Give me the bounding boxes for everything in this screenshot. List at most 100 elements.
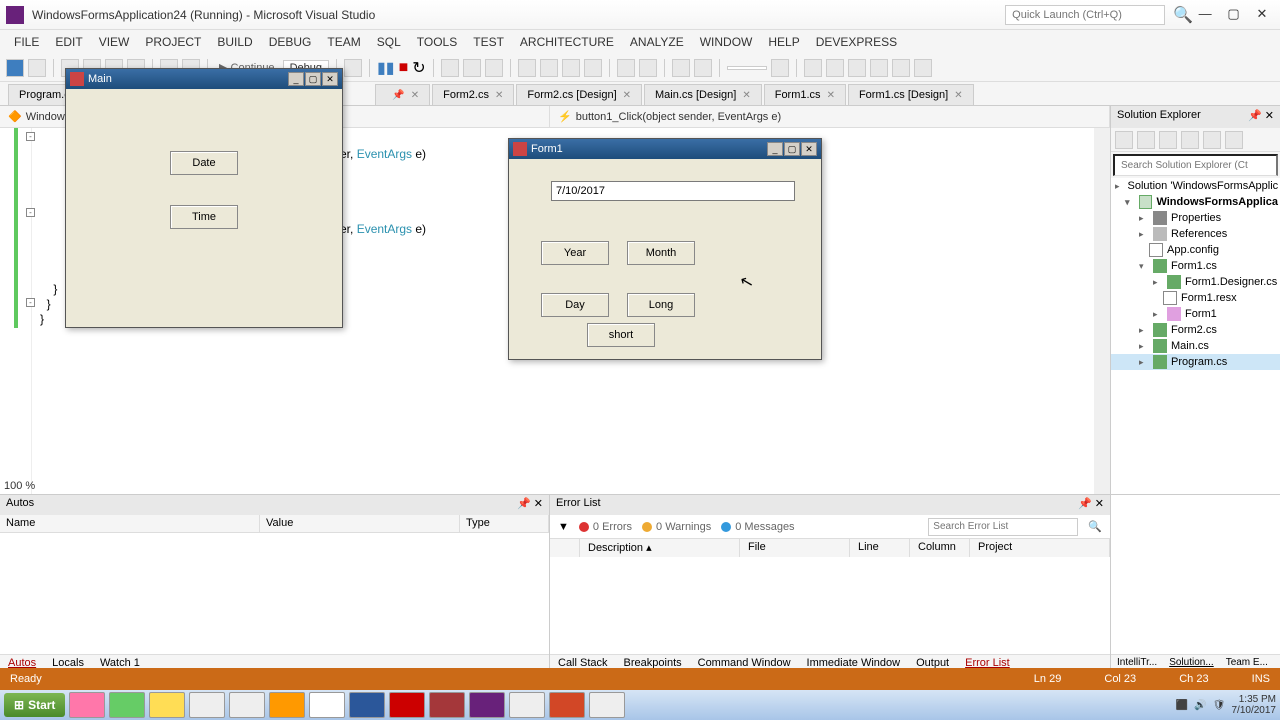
tb-icon-16[interactable] — [914, 59, 932, 77]
solution-node[interactable]: Solution 'WindowsFormsApplic — [1128, 180, 1279, 192]
tb-dd-2[interactable] — [727, 66, 767, 70]
col-name[interactable]: Name — [0, 515, 260, 532]
close-button[interactable]: ✕ — [801, 142, 817, 156]
tb-icon-9[interactable] — [694, 59, 712, 77]
date-textbox[interactable] — [551, 181, 795, 201]
stop-icon[interactable]: ■ — [399, 59, 409, 77]
minimize-button[interactable]: — — [1193, 6, 1217, 24]
filter-icon[interactable]: ▼ — [558, 521, 569, 533]
search-icon[interactable]: 🔍 — [1173, 5, 1193, 25]
col-line[interactable]: Line — [850, 539, 910, 557]
taskbar-app-1[interactable] — [69, 692, 105, 718]
quick-launch-input[interactable] — [1005, 5, 1165, 25]
show-all-icon[interactable] — [1225, 131, 1243, 149]
taskbar-app-6[interactable] — [269, 692, 305, 718]
warnings-count[interactable]: 0 Warnings — [642, 521, 711, 533]
minimize-button[interactable]: _ — [767, 142, 783, 156]
day-button[interactable]: Day — [541, 293, 609, 317]
close-button[interactable]: ✕ — [1250, 6, 1274, 24]
fold-icon[interactable]: - — [26, 298, 35, 307]
system-tray[interactable]: ⬛ 🔊 🛡 1:35 PM7/10/2017 — [1176, 694, 1276, 716]
menu-analyze[interactable]: ANALYZE — [622, 32, 692, 52]
taskbar-app-5[interactable] — [229, 692, 265, 718]
col-type[interactable]: Type — [460, 515, 549, 532]
collapse-icon[interactable] — [1181, 131, 1199, 149]
menu-view[interactable]: VIEW — [91, 32, 138, 52]
step-over-button[interactable] — [463, 59, 481, 77]
taskbar-app-7[interactable] — [509, 692, 545, 718]
menu-help[interactable]: HELP — [760, 32, 807, 52]
zoom-level[interactable]: 100 % — [4, 480, 35, 492]
menu-build[interactable]: BUILD — [209, 32, 260, 52]
menu-tools[interactable]: TOOLS — [409, 32, 465, 52]
nav-back-button[interactable] — [6, 59, 24, 77]
tb-icon-3[interactable] — [540, 59, 558, 77]
solution-tree[interactable]: ▸Solution 'WindowsFormsApplic ▾WindowsFo… — [1111, 178, 1280, 494]
form1-resx-node[interactable]: Form1.resx — [1181, 292, 1237, 304]
start-button[interactable]: ⊞ Start — [4, 693, 65, 717]
tab-active-x[interactable]: 📌✕ — [375, 84, 430, 105]
minimize-button[interactable]: _ — [288, 72, 304, 86]
maximize-button[interactable]: ▢ — [784, 142, 800, 156]
project-node[interactable]: WindowsFormsApplica — [1156, 196, 1278, 208]
menu-window[interactable]: WINDOW — [692, 32, 761, 52]
col-project[interactable]: Project — [970, 539, 1110, 557]
tb-icon-7[interactable] — [639, 59, 657, 77]
menu-debug[interactable]: DEBUG — [261, 32, 320, 52]
main-window-titlebar[interactable]: Main _ ▢ ✕ — [66, 69, 342, 89]
taskbar-word[interactable] — [349, 692, 385, 718]
taskbar-vs[interactable] — [469, 692, 505, 718]
tb-icon-6[interactable] — [617, 59, 635, 77]
taskbar-app-3[interactable] — [149, 692, 185, 718]
tb-icon-5[interactable] — [584, 59, 602, 77]
menu-team[interactable]: TEAM — [319, 32, 368, 52]
tab-form1-cs[interactable]: Form1.cs✕ — [764, 84, 846, 105]
tab-form2-design[interactable]: Form2.cs [Design]✕ — [516, 84, 642, 105]
form2-node[interactable]: Form2.cs — [1171, 324, 1217, 336]
form1-class-node[interactable]: Form1 — [1185, 308, 1217, 320]
menu-edit[interactable]: EDIT — [47, 32, 90, 52]
step-out-button[interactable] — [485, 59, 503, 77]
taskbar-app-8[interactable] — [589, 692, 625, 718]
form1-node[interactable]: Form1.cs — [1171, 260, 1217, 272]
menu-project[interactable]: PROJECT — [137, 32, 209, 52]
date-button[interactable]: Date — [170, 151, 238, 175]
properties-icon[interactable] — [1203, 131, 1221, 149]
editor-scrollbar[interactable] — [1094, 128, 1110, 494]
close-icon[interactable]: ✕ — [1265, 110, 1274, 122]
step-into-button[interactable] — [441, 59, 459, 77]
tb-icon-10[interactable] — [771, 59, 789, 77]
menu-test[interactable]: TEST — [465, 32, 512, 52]
menu-devexpress[interactable]: DEVEXPRESS — [808, 32, 905, 52]
refresh-icon[interactable] — [1159, 131, 1177, 149]
home-icon[interactable] — [1115, 131, 1133, 149]
tb-icon-12[interactable] — [826, 59, 844, 77]
clock[interactable]: 1:35 PM7/10/2017 — [1232, 694, 1277, 716]
maximize-button[interactable]: ▢ — [1222, 6, 1246, 24]
fold-icon[interactable]: - — [26, 208, 35, 217]
col-file[interactable]: File — [740, 539, 850, 557]
pin-icon[interactable]: 📌 — [517, 498, 531, 510]
col-value[interactable]: Value — [260, 515, 460, 532]
tab-form1-design[interactable]: Form1.cs [Design]✕ — [848, 84, 974, 105]
errors-count[interactable]: 0 Errors — [579, 521, 632, 533]
taskbar-app-4[interactable] — [189, 692, 225, 718]
close-icon[interactable]: ✕ — [534, 498, 543, 510]
tab-form2-cs[interactable]: Form2.cs✕ — [432, 84, 514, 105]
search-icon[interactable]: 🔍 — [1088, 520, 1102, 533]
taskbar-chrome[interactable] — [309, 692, 345, 718]
taskbar-powerpoint[interactable] — [549, 692, 585, 718]
tab-main-design[interactable]: Main.cs [Design]✕ — [644, 84, 762, 105]
properties-node[interactable]: Properties — [1171, 212, 1221, 224]
tray-icon[interactable]: 🔊 — [1194, 700, 1206, 711]
pin-icon[interactable]: 📌 — [1078, 498, 1092, 510]
solution-search-input[interactable] — [1113, 154, 1278, 176]
menu-file[interactable]: FILE — [6, 32, 47, 52]
appconfig-node[interactable]: App.config — [1167, 244, 1219, 256]
menu-architecture[interactable]: ARCHITECTURE — [512, 32, 622, 52]
tb-icon-8[interactable] — [672, 59, 690, 77]
col-column[interactable]: Column — [910, 539, 970, 557]
tb-icon-14[interactable] — [870, 59, 888, 77]
form1-window[interactable]: Form1 _ ▢ ✕ Year Month Day Long short — [508, 138, 822, 360]
main-node[interactable]: Main.cs — [1171, 340, 1209, 352]
